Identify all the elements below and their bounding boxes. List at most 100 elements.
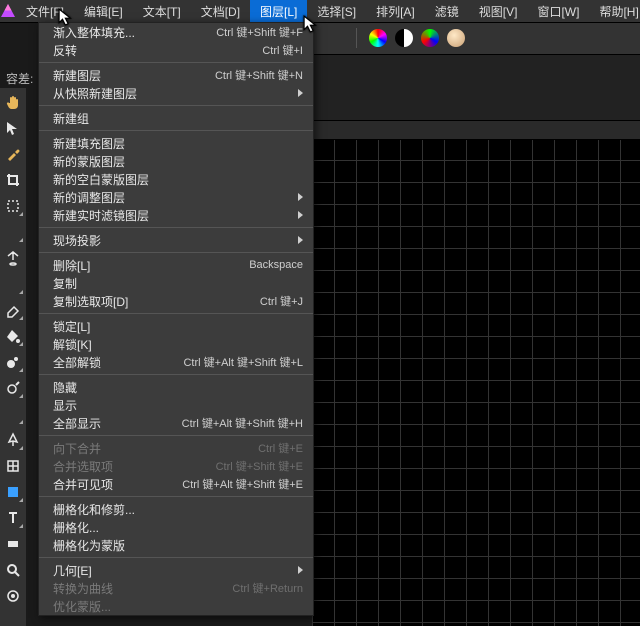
menu-item-label: 锁定[L] xyxy=(53,318,303,335)
menu-item-21[interactable]: 解锁[K] xyxy=(39,335,313,353)
menu-6[interactable]: 排列[A] xyxy=(366,0,425,22)
menu-item-29: 合并选取项Ctrl 键+Shift 键+E xyxy=(39,457,313,475)
menu-item-label: 显示 xyxy=(53,397,303,414)
lasso-tool[interactable] xyxy=(3,222,23,242)
menu-item-4[interactable]: 从快照新建图层 xyxy=(39,84,313,102)
menu-item-shortcut: Ctrl 键+Shift 键+E xyxy=(216,458,303,474)
menu-item-36[interactable]: 几何[E] xyxy=(39,561,313,579)
menu-item-20[interactable]: 锁定[L] xyxy=(39,317,313,335)
paint-brush-tool[interactable] xyxy=(3,274,23,294)
shape-tool[interactable] xyxy=(3,482,23,502)
menu-item-8[interactable]: 新建填充图层 xyxy=(39,134,313,152)
tool-strip xyxy=(0,88,26,626)
smudge-tool[interactable] xyxy=(3,404,23,424)
menu-7[interactable]: 滤镜 xyxy=(425,0,469,22)
grayscale-icon[interactable] xyxy=(395,29,413,47)
flood-select-tool[interactable] xyxy=(3,248,23,268)
menu-item-shortcut: Ctrl 键+Return xyxy=(232,580,303,596)
submenu-arrow-icon xyxy=(298,89,303,97)
menu-item-24[interactable]: 隐藏 xyxy=(39,378,313,396)
menu-item-18[interactable]: 复制选取项[D]Ctrl 键+J xyxy=(39,292,313,310)
dodge-tool[interactable] xyxy=(3,378,23,398)
view-tool[interactable] xyxy=(3,586,23,606)
menu-item-shortcut: Backspace xyxy=(249,259,303,271)
menu-item-17[interactable]: 复制 xyxy=(39,274,313,292)
erase-tool[interactable] xyxy=(3,300,23,320)
menu-separator xyxy=(39,374,313,375)
menu-item-label: 复制选取项[D] xyxy=(53,293,260,310)
menu-8[interactable]: 视图[V] xyxy=(469,0,528,22)
gradient-tool[interactable] xyxy=(3,534,23,554)
mesh-tool[interactable] xyxy=(3,456,23,476)
menu-item-1[interactable]: 反转Ctrl 键+I xyxy=(39,41,313,59)
menu-item-0[interactable]: 渐入整体填充...Ctrl 键+Shift 键+F xyxy=(39,23,313,41)
menu-item-label: 栅格化为蒙版 xyxy=(53,537,303,554)
tool-flyout-indicator xyxy=(19,498,23,502)
menu-item-16[interactable]: 删除[L]Backspace xyxy=(39,256,313,274)
menu-item-label: 全部显示 xyxy=(53,415,182,432)
tool-flyout-indicator xyxy=(19,342,23,346)
color-wheel-icon[interactable] xyxy=(369,29,387,47)
menu-item-26[interactable]: 全部显示Ctrl 键+Alt 键+Shift 键+H xyxy=(39,414,313,432)
menu-3[interactable]: 文档[D] xyxy=(191,0,250,22)
fill-tool[interactable] xyxy=(3,326,23,346)
menu-item-label: 合并选取项 xyxy=(53,458,216,475)
menu-item-12[interactable]: 新建实时滤镜图层 xyxy=(39,206,313,224)
menu-item-label: 栅格化... xyxy=(53,519,303,536)
menu-item-shortcut: Ctrl 键+Alt 键+Shift 键+H xyxy=(182,415,303,431)
menu-item-label: 合并可见项 xyxy=(53,476,182,493)
menu-item-shortcut: Ctrl 键+Shift 键+F xyxy=(216,24,303,40)
menu-item-3[interactable]: 新建图层Ctrl 键+Shift 键+N xyxy=(39,66,313,84)
menu-item-38: 优化蒙版... xyxy=(39,597,313,615)
tool-flyout-indicator xyxy=(19,394,23,398)
hand-tool[interactable] xyxy=(3,92,23,112)
tool-flyout-indicator xyxy=(19,420,23,424)
menu-item-label: 优化蒙版... xyxy=(53,598,303,615)
crop-tool[interactable] xyxy=(3,170,23,190)
canvas-grid[interactable] xyxy=(312,138,640,626)
tool-flyout-indicator xyxy=(19,238,23,242)
menu-item-33[interactable]: 栅格化... xyxy=(39,518,313,536)
menu-1[interactable]: 编辑[E] xyxy=(74,0,133,22)
menu-item-25[interactable]: 显示 xyxy=(39,396,313,414)
menu-10[interactable]: 帮助[H] xyxy=(589,0,640,22)
menu-separator xyxy=(39,252,313,253)
tool-flyout-indicator xyxy=(19,368,23,372)
menu-separator xyxy=(39,227,313,228)
menu-0[interactable]: 文件[F] xyxy=(16,0,74,22)
menu-2[interactable]: 文本[T] xyxy=(133,0,191,22)
menu-item-shortcut: Ctrl 键+Alt 键+Shift 键+E xyxy=(182,476,303,492)
menu-4[interactable]: 图层[L] xyxy=(250,0,307,22)
skin-tone-icon[interactable] xyxy=(447,29,465,47)
move-tool[interactable] xyxy=(3,118,23,138)
menu-item-6[interactable]: 新建组 xyxy=(39,109,313,127)
menu-item-11[interactable]: 新的调整图层 xyxy=(39,188,313,206)
menu-item-9[interactable]: 新的蒙版图层 xyxy=(39,152,313,170)
menu-item-label: 新建组 xyxy=(53,110,303,127)
rgb-icon[interactable] xyxy=(421,29,439,47)
menu-item-label: 从快照新建图层 xyxy=(53,85,292,102)
color-picker-tool[interactable] xyxy=(3,144,23,164)
menu-item-37: 转换为曲线Ctrl 键+Return xyxy=(39,579,313,597)
marquee-tool[interactable] xyxy=(3,196,23,216)
ruler-horizontal xyxy=(312,120,640,140)
menu-item-30[interactable]: 合并可见项Ctrl 键+Alt 键+Shift 键+E xyxy=(39,475,313,493)
menu-item-10[interactable]: 新的空白蒙版图层 xyxy=(39,170,313,188)
menu-item-shortcut: Ctrl 键+I xyxy=(262,42,303,58)
menu-5[interactable]: 选择[S] xyxy=(307,0,366,22)
clone-tool[interactable] xyxy=(3,352,23,372)
menu-item-14[interactable]: 现场投影 xyxy=(39,231,313,249)
pen-tool[interactable] xyxy=(3,430,23,450)
text-tool[interactable] xyxy=(3,508,23,528)
menu-item-label: 全部解锁 xyxy=(53,354,183,371)
menu-item-22[interactable]: 全部解锁Ctrl 键+Alt 键+Shift 键+L xyxy=(39,353,313,371)
menubar: 文件[F]编辑[E]文本[T]文档[D]图层[L]选择[S]排列[A]滤镜视图[… xyxy=(0,0,640,23)
menu-item-label: 几何[E] xyxy=(53,562,292,579)
menu-item-34[interactable]: 栅格化为蒙版 xyxy=(39,536,313,554)
menu-item-label: 隐藏 xyxy=(53,379,303,396)
menu-separator xyxy=(39,62,313,63)
menu-item-label: 新建填充图层 xyxy=(53,135,303,152)
menu-9[interactable]: 窗口[W] xyxy=(527,0,589,22)
menu-item-32[interactable]: 栅格化和修剪... xyxy=(39,500,313,518)
zoom-tool[interactable] xyxy=(3,560,23,580)
